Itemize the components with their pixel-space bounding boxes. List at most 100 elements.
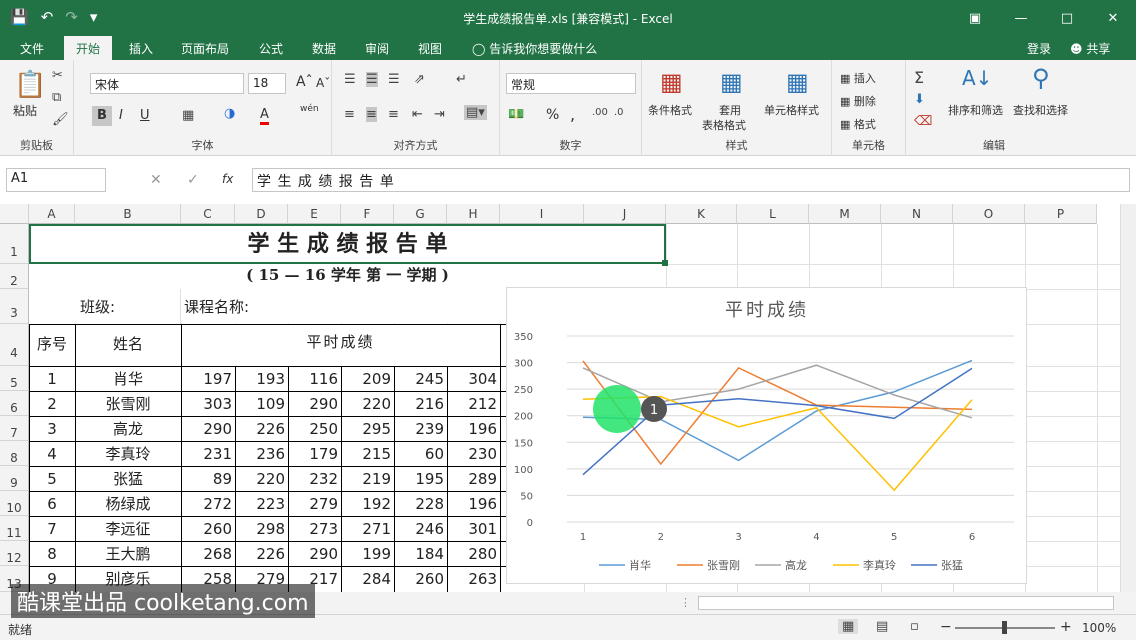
cell-score[interactable]: 179 [288, 442, 338, 466]
column-header[interactable]: K [666, 204, 737, 224]
cell-score[interactable]: 199 [341, 542, 391, 566]
cell-name[interactable]: 张雪刚 [75, 392, 181, 416]
cell-no[interactable]: 1 [29, 367, 75, 391]
cell-score[interactable]: 196 [447, 492, 497, 516]
cell-score[interactable]: 192 [341, 492, 391, 516]
cell-score[interactable]: 260 [181, 517, 232, 541]
align-center-icon[interactable]: ≡ [366, 107, 377, 122]
format-table-label-1[interactable]: 套用 [719, 102, 741, 118]
cell-score[interactable]: 220 [235, 467, 285, 491]
column-header[interactable]: G [394, 204, 447, 224]
align-left-icon[interactable]: ≡ [344, 107, 355, 122]
conditional-format-button[interactable]: 条件格式 [648, 102, 692, 118]
cell-score[interactable]: 215 [341, 442, 391, 466]
tell-me-search[interactable]: ◯ 告诉我你想要做什么 [472, 40, 597, 57]
cell-score[interactable]: 230 [447, 442, 497, 466]
decrease-decimal-icon[interactable]: .0 [614, 107, 624, 118]
format-table-icon[interactable]: ▦ [720, 68, 743, 96]
cell-score[interactable]: 280 [447, 542, 497, 566]
column-header[interactable]: A [29, 204, 75, 224]
line-chart[interactable]: 平时成绩 0 50 100 150 200 250 300 350 1 2 3 4 5 6 肖华 张雪刚 高龙 李真… [506, 287, 1027, 584]
cell-score[interactable]: 196 [447, 417, 497, 441]
grow-font-icon[interactable]: Aˆ [296, 74, 313, 90]
orientation-icon[interactable]: ⇗ [414, 72, 425, 87]
row-header[interactable]: 3 [0, 289, 29, 324]
merge-center-icon[interactable]: ▤▾ [464, 105, 487, 120]
cell-score[interactable]: 236 [235, 442, 285, 466]
cell-score[interactable]: 226 [235, 542, 285, 566]
clear-icon[interactable]: ⌫ [914, 114, 932, 129]
cancel-icon[interactable]: ✕ [150, 172, 162, 188]
ribbon-display-icon[interactable]: ▣ [952, 0, 998, 36]
cell-score[interactable]: 290 [181, 417, 232, 441]
increase-indent-icon[interactable]: ⇥ [434, 107, 445, 122]
cell-score[interactable]: 209 [341, 367, 391, 391]
column-header[interactable]: N [881, 204, 953, 224]
sort-filter-icon[interactable]: A↓ [962, 66, 992, 90]
shrink-font-icon[interactable]: Aˇ [316, 76, 330, 90]
find-select-button[interactable]: 查找和选择 [1013, 102, 1068, 118]
phonetic-icon[interactable]: wén [300, 104, 319, 114]
column-header[interactable]: D [235, 204, 288, 224]
page-break-view-icon[interactable]: ▫ [910, 619, 919, 634]
cell-score[interactable]: 220 [341, 392, 391, 416]
column-header[interactable]: L [737, 204, 809, 224]
enter-icon[interactable]: ✓ [187, 172, 199, 188]
column-header[interactable]: J [584, 204, 666, 224]
tab-page-layout[interactable]: 页面布局 [181, 40, 229, 57]
row-header[interactable]: 8 [0, 441, 29, 466]
cell-score[interactable]: 271 [341, 517, 391, 541]
cell-name[interactable]: 李远征 [75, 517, 181, 541]
cell-no[interactable]: 7 [29, 517, 75, 541]
cell-no[interactable]: 6 [29, 492, 75, 516]
wrap-text-icon[interactable]: ↵ [456, 72, 467, 87]
cell-score[interactable]: 109 [235, 392, 285, 416]
cell-score[interactable]: 284 [341, 567, 391, 591]
select-all-corner[interactable] [0, 204, 29, 224]
percent-button[interactable]: % [546, 107, 559, 123]
column-header[interactable]: M [809, 204, 881, 224]
cell-score[interactable]: 60 [394, 442, 444, 466]
format-painter-icon[interactable]: 🖌 [52, 112, 69, 127]
normal-view-icon[interactable]: ▦ [838, 619, 859, 634]
font-size-select[interactable]: 18 [248, 73, 286, 94]
underline-button[interactable]: U [140, 108, 150, 123]
cell-score[interactable]: 290 [288, 542, 338, 566]
zoom-out-icon[interactable]: − [940, 619, 952, 635]
cell-no[interactable]: 3 [29, 417, 75, 441]
align-middle-icon[interactable]: ☰ [366, 72, 378, 87]
format-cells-button[interactable]: ▦ 格式 [840, 116, 876, 132]
cell-score[interactable]: 197 [181, 367, 232, 391]
row-header[interactable]: 6 [0, 391, 29, 416]
bold-button[interactable]: B [92, 106, 112, 126]
cell-score[interactable]: 226 [235, 417, 285, 441]
cell-score[interactable]: 272 [181, 492, 232, 516]
column-header[interactable]: O [953, 204, 1025, 224]
cell-score[interactable]: 216 [394, 392, 444, 416]
sort-filter-button[interactable]: 排序和筛选 [948, 102, 1003, 118]
autosum-icon[interactable]: Σ [914, 68, 924, 87]
cell-score[interactable]: 228 [394, 492, 444, 516]
conditional-format-icon[interactable]: ▦ [660, 68, 683, 96]
cell-name[interactable]: 杨绿成 [75, 492, 181, 516]
formula-input[interactable]: 学 生 成 绩 报 告 单 [252, 168, 1130, 192]
column-header[interactable]: P [1025, 204, 1097, 224]
cell-score[interactable]: 231 [181, 442, 232, 466]
cell-score[interactable]: 295 [341, 417, 391, 441]
row-header[interactable]: 9 [0, 466, 29, 491]
cell-score[interactable]: 260 [394, 567, 444, 591]
maximize-icon[interactable]: □ [1044, 0, 1090, 36]
cell-styles-button[interactable]: 单元格样式 [764, 102, 819, 118]
cell-score[interactable]: 232 [288, 467, 338, 491]
split-handle[interactable]: ⋮ [680, 596, 691, 609]
column-header[interactable]: E [288, 204, 341, 224]
cell-score[interactable]: 268 [181, 542, 232, 566]
row-header[interactable]: 12 [0, 541, 29, 566]
cell-score[interactable]: 116 [288, 367, 338, 391]
zoom-level[interactable]: 100% [1082, 621, 1116, 635]
tab-data[interactable]: 数据 [312, 40, 336, 57]
cell-score[interactable]: 245 [394, 367, 444, 391]
cell-score[interactable]: 301 [447, 517, 497, 541]
tab-view[interactable]: 视图 [418, 40, 442, 57]
cell-no[interactable]: 8 [29, 542, 75, 566]
